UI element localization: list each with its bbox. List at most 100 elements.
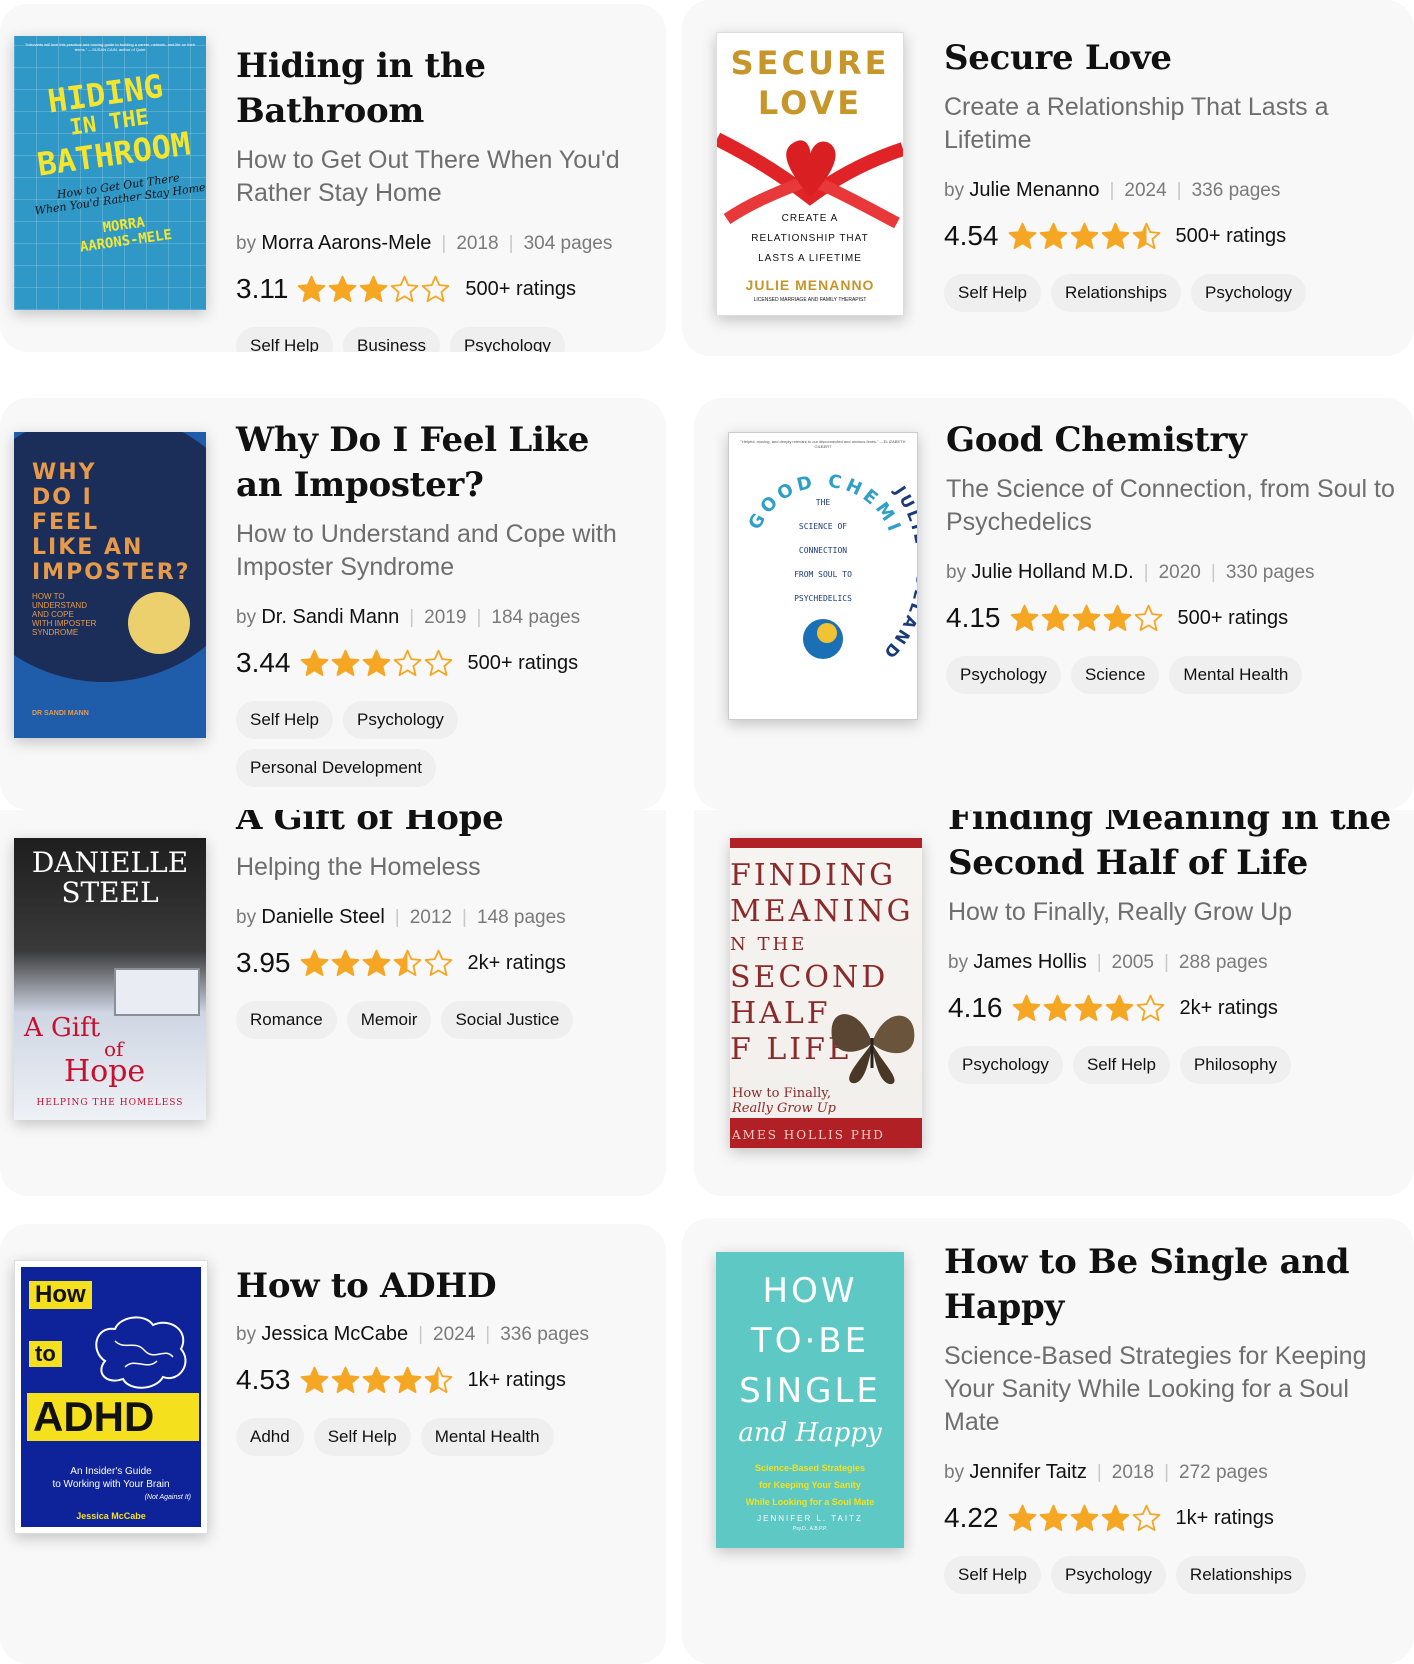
book-card[interactable]: HOW TO·BE SINGLE and Happy Science-Based… — [682, 1218, 1414, 1664]
author-link[interactable]: Dr. Sandi Mann — [261, 606, 399, 628]
page-count: 148 pages — [476, 907, 566, 928]
book-subtitle: How to Get Out There When You'd Rather S… — [236, 146, 620, 207]
book-card[interactable]: "Introverts will love this practical and… — [0, 4, 666, 352]
genre-tag[interactable]: Self Help — [944, 1556, 1041, 1594]
cover-subtitle: How to Finally, — [732, 1086, 831, 1101]
rating-row: 4.15 500+ ratings — [946, 602, 1396, 634]
book-title[interactable]: How to Be Single and Happy — [944, 1240, 1394, 1330]
ratings-count[interactable]: 1k+ ratings — [468, 1369, 566, 1392]
book-card[interactable]: FINDING MEANING N THE SECOND HALF F LIFE… — [694, 810, 1414, 1196]
book-cover[interactable]: DANIELLE STEEL A Gift of Hope HELPING TH… — [14, 838, 206, 1120]
star-empty-icon — [424, 949, 452, 976]
book-card[interactable]: DANIELLE STEEL A Gift of Hope HELPING TH… — [0, 810, 666, 1196]
cover-subtitle: LASTS A LIFETIME — [758, 253, 862, 264]
book-card[interactable]: "Helpful, moving, and deeply relevant to… — [694, 398, 1414, 810]
book-cover[interactable]: SECURE LOVE CREATE A RELATIONSHIP THAT L… — [716, 32, 904, 316]
genre-tag[interactable]: Psychology — [1191, 274, 1306, 312]
genre-tag[interactable]: Psychology — [342, 701, 458, 739]
star-rating — [1007, 1503, 1162, 1534]
cover-subtitle: Science-Based Strategies — [754, 1463, 866, 1473]
genre-tag[interactable]: Psychology — [449, 327, 565, 352]
author-link[interactable]: Danielle Steel — [261, 906, 384, 928]
cover-subtitle: CONNECTION — [798, 546, 848, 555]
by-label: by — [236, 907, 257, 928]
book-cover[interactable]: FINDING MEANING N THE SECOND HALF F LIFE… — [730, 838, 922, 1148]
book-card[interactable]: How to ADHD An Insider's Guide to Workin… — [0, 1224, 666, 1664]
rating-score: 4.53 — [236, 1364, 291, 1395]
genre-tag[interactable]: Self Help — [1072, 1046, 1170, 1084]
cover-subtitle: HOW TO — [32, 592, 65, 601]
author-link[interactable]: Jennifer Taitz — [969, 1461, 1086, 1483]
book-cover[interactable]: "Introverts will love this practical and… — [14, 36, 206, 310]
publish-year: 2024 — [1124, 180, 1167, 201]
genre-tag[interactable]: Psychology — [946, 656, 1061, 694]
star-filled-icon — [393, 1366, 421, 1393]
genre-tag[interactable]: Mental Health — [1169, 656, 1303, 694]
genre-tag[interactable]: Philosophy — [1179, 1046, 1292, 1084]
genre-tag[interactable]: Adhd — [236, 1418, 304, 1456]
star-filled-icon — [298, 275, 326, 302]
page-count: 336 pages — [500, 1324, 589, 1345]
genre-tag[interactable]: Psychology — [948, 1046, 1063, 1084]
book-card[interactable]: SECURE LOVE CREATE A RELATIONSHIP THAT L… — [682, 0, 1414, 356]
genre-tag[interactable]: Personal Development — [236, 749, 436, 787]
book-cover[interactable]: How to ADHD An Insider's Guide to Workin… — [14, 1260, 208, 1534]
cover-title-line: WHY — [32, 460, 97, 485]
author-link[interactable]: Morra Aarons-Mele — [261, 232, 431, 254]
book-title[interactable]: A Gift of Hope — [236, 810, 646, 841]
book-title[interactable]: Why Do I Feel Like an Imposter? — [236, 418, 646, 508]
book-subtitle: The Science of Connection, from Soul to … — [946, 475, 1395, 536]
genre-tag[interactable]: Psychology — [1050, 1556, 1166, 1594]
genre-tag[interactable]: Relationships — [1050, 274, 1182, 312]
genre-tag[interactable]: Business — [342, 327, 440, 352]
genre-tag[interactable]: Self Help — [236, 327, 333, 352]
page-count: 336 pages — [1191, 180, 1281, 201]
by-label: by — [948, 952, 969, 973]
ratings-count[interactable]: 500+ ratings — [1176, 225, 1287, 248]
book-cover[interactable]: WHY DO I FEEL LIKE AN IMPOSTER? HOW TO U… — [14, 432, 206, 738]
cover-author: DR SANDI MANN — [32, 710, 89, 717]
star-empty-icon — [391, 275, 419, 302]
page-count: 272 pages — [1179, 1462, 1268, 1483]
book-cover[interactable]: HOW TO·BE SINGLE and Happy Science-Based… — [716, 1252, 904, 1548]
ratings-count[interactable]: 500+ ratings — [465, 278, 576, 301]
author-link[interactable]: James Hollis — [973, 951, 1086, 973]
book-title[interactable]: Secure Love — [944, 36, 1394, 81]
book-title[interactable]: Hiding in the Bathroom — [236, 44, 646, 134]
ratings-count[interactable]: 2k+ ratings — [1180, 997, 1278, 1020]
book-title[interactable]: Finding Meaning in the Second Half of Li… — [948, 810, 1398, 886]
genre-tags: Psychology Science Mental Health — [946, 656, 1396, 694]
ratings-count[interactable]: 500+ ratings — [1178, 607, 1289, 630]
star-half-icon — [1132, 222, 1160, 249]
by-label: by — [236, 233, 257, 254]
genre-tag[interactable]: Romance — [236, 1001, 337, 1039]
cover-author: JULIE MENANNO — [745, 277, 875, 293]
cover-subtitle: (Not Against It) — [144, 1494, 191, 1501]
genre-tag[interactable]: Social Justice — [441, 1001, 574, 1039]
star-filled-icon — [362, 649, 390, 676]
book-card[interactable]: WHY DO I FEEL LIKE AN IMPOSTER? HOW TO U… — [0, 398, 666, 810]
ratings-count[interactable]: 1k+ ratings — [1176, 1507, 1274, 1530]
book-cover[interactable]: "Helpful, moving, and deeply relevant to… — [728, 432, 918, 720]
star-filled-icon — [1041, 604, 1069, 631]
genre-tag[interactable]: Self Help — [236, 701, 333, 739]
book-title[interactable]: How to ADHD — [236, 1264, 646, 1309]
cover-title-line: LIKE AN — [32, 535, 144, 560]
star-filled-icon — [1008, 222, 1036, 249]
genre-tag[interactable]: Self Help — [944, 274, 1041, 312]
genre-tag[interactable]: Mental Health — [420, 1418, 554, 1456]
genre-tag[interactable]: Self Help — [313, 1418, 411, 1456]
author-link[interactable]: Julie Holland M.D. — [971, 561, 1133, 583]
genre-tag[interactable]: Science — [1070, 656, 1160, 694]
cover-title-line: Hope — [64, 1054, 146, 1089]
ratings-count[interactable]: 2k+ ratings — [468, 952, 566, 975]
by-label: by — [944, 1462, 965, 1483]
author-link[interactable]: Julie Menanno — [969, 179, 1099, 201]
book-title[interactable]: Good Chemistry — [946, 418, 1396, 463]
genre-tag[interactable]: Memoir — [346, 1001, 432, 1039]
star-filled-icon — [331, 949, 359, 976]
author-link[interactable]: Jessica McCabe — [261, 1323, 408, 1345]
ratings-count[interactable]: 500+ ratings — [468, 652, 579, 675]
genre-tag[interactable]: Relationships — [1175, 1556, 1306, 1594]
by-label: by — [236, 1324, 257, 1345]
